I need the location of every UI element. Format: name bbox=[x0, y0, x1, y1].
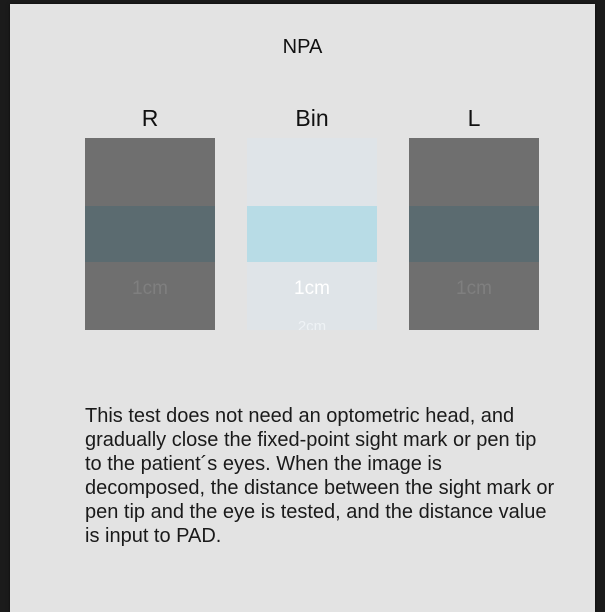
distance-scale-left[interactable]: 1cm bbox=[409, 138, 539, 330]
dialog-title: NPA bbox=[282, 36, 323, 58]
distance-scale-right[interactable]: 1cm bbox=[85, 138, 215, 330]
instruction-text: This test does not need an optometric he… bbox=[85, 405, 555, 547]
panel-label-right: R bbox=[141, 105, 159, 131]
distance-scale-bin[interactable]: 1cm 2cm bbox=[247, 138, 377, 330]
selection-band-left bbox=[409, 206, 539, 262]
scale-value-right: 1cm bbox=[132, 278, 168, 299]
npa-dialog: NPA R 1cm Bin 1cm 2cm L 1cm This test do… bbox=[10, 4, 595, 612]
panel-label-bin: Bin bbox=[295, 105, 329, 131]
selection-band-bin bbox=[247, 206, 377, 262]
panel-label-left: L bbox=[467, 105, 481, 131]
panel-left-eye[interactable]: L 1cm bbox=[409, 104, 539, 330]
panel-binocular[interactable]: Bin 1cm 2cm bbox=[247, 104, 377, 330]
scale-value-left: 1cm bbox=[456, 278, 492, 299]
panel-right-eye[interactable]: R 1cm bbox=[85, 104, 215, 330]
scale-value-bin: 1cm bbox=[294, 278, 330, 299]
scale-next-value-bin: 2cm bbox=[297, 318, 327, 330]
selection-band-right bbox=[85, 206, 215, 262]
